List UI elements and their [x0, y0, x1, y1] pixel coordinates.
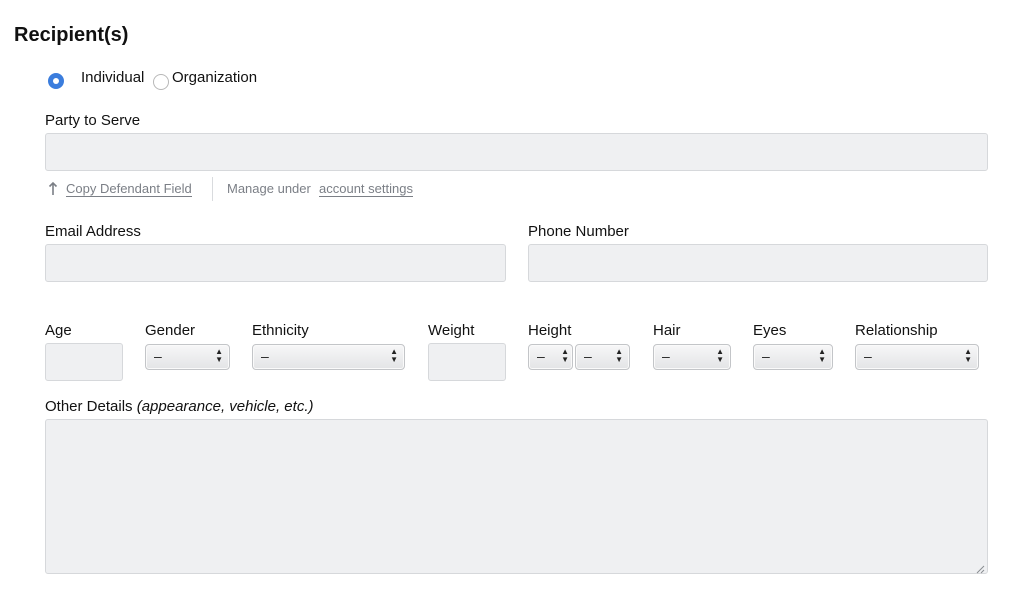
weight-input[interactable]: [428, 343, 506, 381]
radio-individual-label[interactable]: Individual: [81, 69, 144, 86]
phone-input[interactable]: [528, 244, 988, 282]
other-details-hint: (appearance, vehicle, etc.): [136, 398, 314, 415]
age-label: Age: [45, 322, 72, 339]
helper-divider: [212, 177, 213, 201]
select-arrows-icon: ▲ ▼: [390, 347, 398, 364]
height-feet-select[interactable]: – ▲ ▼: [528, 344, 573, 370]
weight-label: Weight: [428, 322, 475, 339]
other-details-textarea[interactable]: [45, 419, 988, 574]
radio-organization-label[interactable]: Organization: [172, 69, 257, 86]
ethnicity-select[interactable]: – ▲ ▼: [252, 344, 405, 370]
relationship-select[interactable]: – ▲ ▼: [855, 344, 979, 370]
ethnicity-select-value: –: [261, 348, 269, 364]
gender-select[interactable]: – ▲ ▼: [145, 344, 230, 370]
height-feet-value: –: [537, 348, 545, 364]
select-arrows-icon: ▲ ▼: [818, 347, 826, 364]
manage-prefix-text: Manage under: [227, 181, 311, 196]
phone-label: Phone Number: [528, 223, 629, 240]
select-arrows-icon: ▲ ▼: [215, 347, 223, 364]
gender-select-value: –: [154, 348, 162, 364]
hair-label: Hair: [653, 322, 681, 339]
select-arrows-icon: ▲ ▼: [716, 347, 724, 364]
eyes-select-value: –: [762, 348, 770, 364]
copy-defendant-field-link[interactable]: Copy Defendant Field: [66, 181, 192, 197]
select-arrows-icon: ▲ ▼: [561, 347, 569, 364]
section-title: Recipient(s): [14, 24, 129, 46]
height-label: Height: [528, 322, 572, 339]
height-inches-value: –: [584, 348, 592, 364]
resize-handle-icon[interactable]: [975, 561, 985, 574]
relationship-select-value: –: [864, 348, 872, 364]
eyes-label: Eyes: [753, 322, 787, 339]
hair-select-value: –: [662, 348, 670, 364]
hair-select[interactable]: – ▲ ▼: [653, 344, 731, 370]
radio-organization[interactable]: [153, 74, 169, 90]
select-arrows-icon: ▲ ▼: [615, 347, 623, 364]
relationship-label: Relationship: [855, 322, 938, 339]
eyes-select[interactable]: – ▲ ▼: [753, 344, 833, 370]
other-details-label: Other Details (appearance, vehicle, etc.…: [45, 398, 313, 415]
party-to-serve-label: Party to Serve: [45, 112, 141, 129]
gender-label: Gender: [145, 322, 196, 339]
radio-individual[interactable]: [48, 73, 64, 89]
select-arrows-icon: ▲ ▼: [964, 347, 972, 364]
ethnicity-label: Ethnicity: [252, 322, 309, 339]
height-inches-select[interactable]: – ▲ ▼: [575, 344, 630, 370]
account-settings-link[interactable]: account settings: [319, 181, 413, 197]
up-arrow-icon: [47, 180, 59, 196]
other-details-label-text: Other Details: [45, 398, 133, 415]
age-input[interactable]: [45, 343, 123, 381]
party-to-serve-input[interactable]: [45, 133, 988, 171]
email-input[interactable]: [45, 244, 506, 282]
email-label: Email Address: [45, 223, 141, 240]
